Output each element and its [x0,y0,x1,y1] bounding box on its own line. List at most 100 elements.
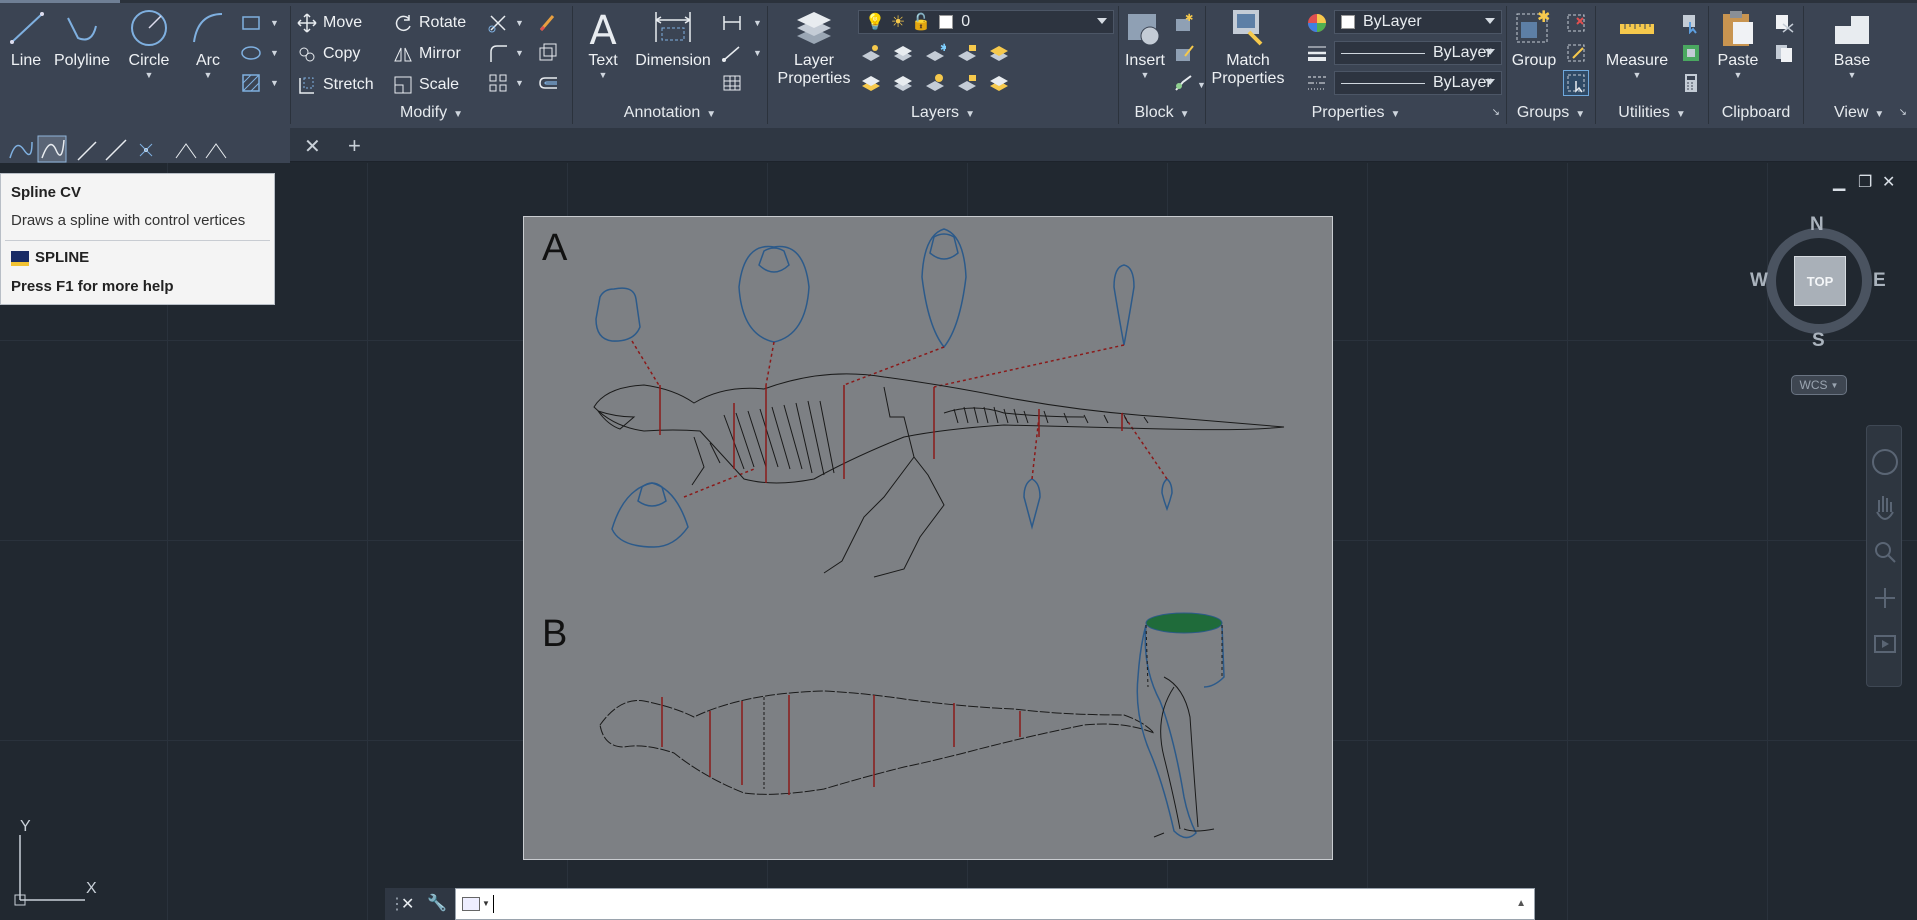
base-view-dropdown-icon[interactable]: ▼ [1822,70,1882,80]
properties-panel-label[interactable]: Properties ▼ [1206,104,1506,122]
fillet-dropdown-icon[interactable]: ▼ [515,48,524,58]
layer-freeze-tool-icon[interactable]: ✱ [924,42,946,64]
viewport-close-icon[interactable]: ✕ [1882,172,1895,192]
text-button[interactable]: A Text ▼ [581,8,625,80]
base-view-button[interactable]: Base ▼ [1822,8,1882,80]
color-dropdown[interactable]: ByLayer [1334,10,1502,34]
command-line-close-icon[interactable]: ✕ [401,894,414,914]
layer-isolate-icon[interactable] [892,42,914,64]
command-prompt-icon[interactable] [462,897,480,911]
leader-dropdown-icon[interactable]: ▼ [753,48,762,58]
arc-button[interactable]: Arc ▼ [186,8,230,80]
layer-previous-icon[interactable] [892,72,914,94]
viewcube[interactable]: TOP N S E W [1750,214,1886,351]
lineweight-icon[interactable] [1306,42,1328,64]
copy-button[interactable]: Copy [297,41,360,67]
scale-button[interactable]: Scale [393,72,459,98]
trim-dropdown-icon[interactable]: ▼ [515,18,524,28]
block-panel-label[interactable]: Block ▼ [1119,104,1205,122]
ungroup-icon[interactable] [1565,12,1587,34]
linetype-dropdown[interactable]: ByLayer [1334,71,1502,95]
array-dropdown-icon[interactable]: ▼ [515,78,524,88]
rectangle-icon[interactable] [240,12,262,34]
array-icon[interactable] [537,42,559,64]
move-button[interactable]: Move [297,10,362,36]
linear-dim-icon[interactable] [721,12,743,34]
lineweight-dropdown[interactable]: ByLayer [1334,41,1502,65]
select-all-icon[interactable] [1680,42,1702,64]
layer-thaw-all-icon[interactable] [924,72,946,94]
layers-panel-label[interactable]: Layers ▼ [768,104,1118,122]
modify-panel-label[interactable]: Modify ▼ [291,104,572,122]
layer-lock-icon[interactable]: 🔓 [911,12,931,32]
mirror-button[interactable]: Mirror [393,41,461,67]
layer-on-icon[interactable]: 💡 [865,12,885,32]
polyline-button[interactable]: Polyline [52,8,112,70]
layer-unisolate-icon[interactable] [860,72,882,94]
color-wheel-icon[interactable] [1306,12,1328,34]
ellipse-icon[interactable] [240,42,262,64]
hatch-dropdown-icon[interactable]: ▼ [270,78,279,88]
erase-icon[interactable] [537,12,559,34]
measure-dropdown-icon[interactable]: ▼ [1602,70,1672,80]
paste-button[interactable]: Paste ▼ [1713,8,1763,80]
command-history-arrow-icon[interactable]: ▲ [1516,898,1526,909]
rect-array-icon[interactable] [487,72,509,94]
layer-off-icon[interactable] [860,42,882,64]
insert-dropdown-icon[interactable]: ▼ [1121,70,1169,80]
command-line-customize-icon[interactable]: 🔧 [427,893,447,913]
text-dropdown-icon[interactable]: ▼ [581,70,625,80]
viewcube-top-face[interactable]: TOP [1794,256,1846,306]
layer-freeze-icon[interactable]: ☀ [891,12,905,32]
compass-east[interactable]: E [1873,270,1886,292]
table-icon[interactable] [721,72,743,94]
utilities-panel-label[interactable]: Utilities ▼ [1596,104,1708,122]
close-tab-icon[interactable]: ✕ [304,134,321,159]
edit-attributes-icon[interactable] [1173,72,1195,94]
arc-dropdown-icon[interactable]: ▼ [186,70,230,80]
drawing-sheet[interactable]: A B [523,216,1333,860]
edit-block-icon[interactable] [1173,42,1195,64]
layer-walk-icon[interactable] [988,72,1010,94]
clipboard-panel-label[interactable]: Clipboard [1709,104,1803,122]
stretch-button[interactable]: Stretch [297,72,374,98]
measure-button[interactable]: Measure ▼ [1602,8,1672,80]
annotation-panel-label[interactable]: Annotation ▼ [573,104,767,122]
group-selection-toggle[interactable] [1563,70,1589,96]
recent-commands-dropdown-icon[interactable]: ▼ [482,899,490,908]
compass-south[interactable]: S [1812,330,1825,352]
linetype-icon[interactable] [1306,72,1328,94]
new-tab-button[interactable]: + [348,133,361,159]
circle-dropdown-icon[interactable]: ▼ [126,70,172,80]
calculator-icon[interactable] [1680,72,1702,94]
rectangle-dropdown-icon[interactable]: ▼ [270,18,279,28]
view-launcher-icon[interactable]: ↘ [1899,107,1907,118]
create-block-icon[interactable]: ✱ [1173,12,1195,34]
layer-lock-tool-icon[interactable] [956,42,978,64]
compass-west[interactable]: W [1750,270,1768,292]
rotate-button[interactable]: Rotate [393,10,466,36]
layer-dropdown[interactable]: 💡 ☀ 🔓 0 [858,10,1114,34]
compass-north[interactable]: N [1810,214,1824,236]
quick-select-icon[interactable] [1680,12,1702,34]
fillet-icon[interactable] [487,42,509,64]
group-button[interactable]: ✱ Group [1509,8,1559,70]
viewport-restore-icon[interactable]: ❐ [1858,172,1872,192]
trim-icon[interactable] [487,12,509,34]
wcs-menu[interactable]: WCS ▼ [1791,375,1847,395]
dimension-button[interactable]: Dimension [635,8,711,70]
hatch-icon[interactable] [240,72,262,94]
copy-clip-icon[interactable] [1773,42,1795,64]
leader-icon[interactable] [721,42,743,64]
layer-properties-button[interactable]: Layer Properties [772,8,856,88]
properties-launcher-icon[interactable]: ↘ [1492,107,1500,118]
match-properties-button[interactable]: Match Properties [1210,8,1286,88]
ellipse-dropdown-icon[interactable]: ▼ [270,48,279,58]
linear-dim-dropdown-icon[interactable]: ▼ [753,18,762,28]
paste-dropdown-icon[interactable]: ▼ [1713,70,1763,80]
viewport-minimize-icon[interactable]: ▁ [1833,172,1845,192]
line-button[interactable]: Line [6,8,46,70]
insert-button[interactable]: Insert ▼ [1121,8,1169,80]
offset-icon[interactable] [537,72,559,94]
circle-button[interactable]: Circle ▼ [126,8,172,80]
